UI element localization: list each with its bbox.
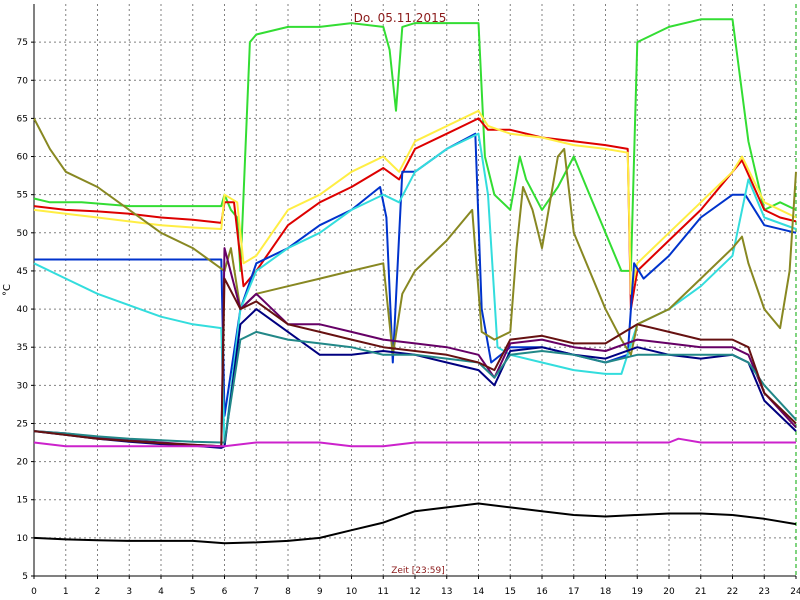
x-tick-label: 6	[222, 587, 228, 597]
x-tick-label: 12	[409, 587, 420, 597]
y-tick-label: 60	[17, 153, 29, 163]
y-axis-label: °C	[2, 284, 13, 296]
y-tick-label: 65	[17, 114, 28, 124]
x-tick-label: 23	[759, 587, 770, 597]
y-tick-label: 50	[17, 229, 29, 239]
x-tick-label: 11	[378, 587, 389, 597]
x-tick-label: 10	[346, 587, 358, 597]
y-tick-label: 5	[22, 572, 28, 582]
y-tick-label: 10	[17, 534, 29, 544]
x-tick-label: 4	[158, 587, 164, 597]
x-tick-label: 19	[632, 587, 644, 597]
x-tick-label: 9	[317, 587, 323, 597]
y-tick-label: 40	[17, 305, 29, 315]
x-tick-label: 7	[253, 587, 259, 597]
y-tick-label: 45	[17, 267, 28, 277]
x-tick-label: 24	[790, 587, 800, 597]
chart-title: Do. 05.11.2015	[354, 11, 447, 25]
x-tick-label: 0	[31, 587, 37, 597]
x-tick-label: 18	[600, 587, 612, 597]
temperature-chart: 0 1 2 3 4 5 6 7 8 9 10 11 12 13 14 15 16 17 18 19 20 21 22 23 24…	[0, 0, 800, 600]
y-tick-label: 30	[17, 381, 29, 391]
x-tick-label: 20	[663, 587, 675, 597]
x-tick-label: 15	[505, 587, 516, 597]
x-tick-label: 17	[568, 587, 579, 597]
x-tick-label: 1	[63, 587, 69, 597]
x-tick-label: 2	[95, 587, 101, 597]
x-tick-label: 22	[727, 587, 738, 597]
y-tick-label: 20	[17, 458, 29, 468]
x-tick-label: 5	[190, 587, 196, 597]
x-tick-label: 14	[473, 587, 485, 597]
x-axis-label: Zeit [23:59]	[391, 566, 445, 576]
y-tick-label: 70	[17, 76, 29, 86]
x-tick-label: 16	[536, 587, 548, 597]
x-tick-label: 21	[695, 587, 706, 597]
y-tick-label: 55	[17, 191, 28, 201]
x-tick-label: 3	[126, 587, 132, 597]
y-tick-label: 35	[17, 343, 28, 353]
y-tick-label: 15	[17, 496, 28, 506]
y-tick-label: 25	[17, 419, 28, 429]
x-tick-label: 8	[285, 587, 291, 597]
x-tick-label: 13	[441, 587, 452, 597]
y-tick-label: 75	[17, 38, 28, 48]
